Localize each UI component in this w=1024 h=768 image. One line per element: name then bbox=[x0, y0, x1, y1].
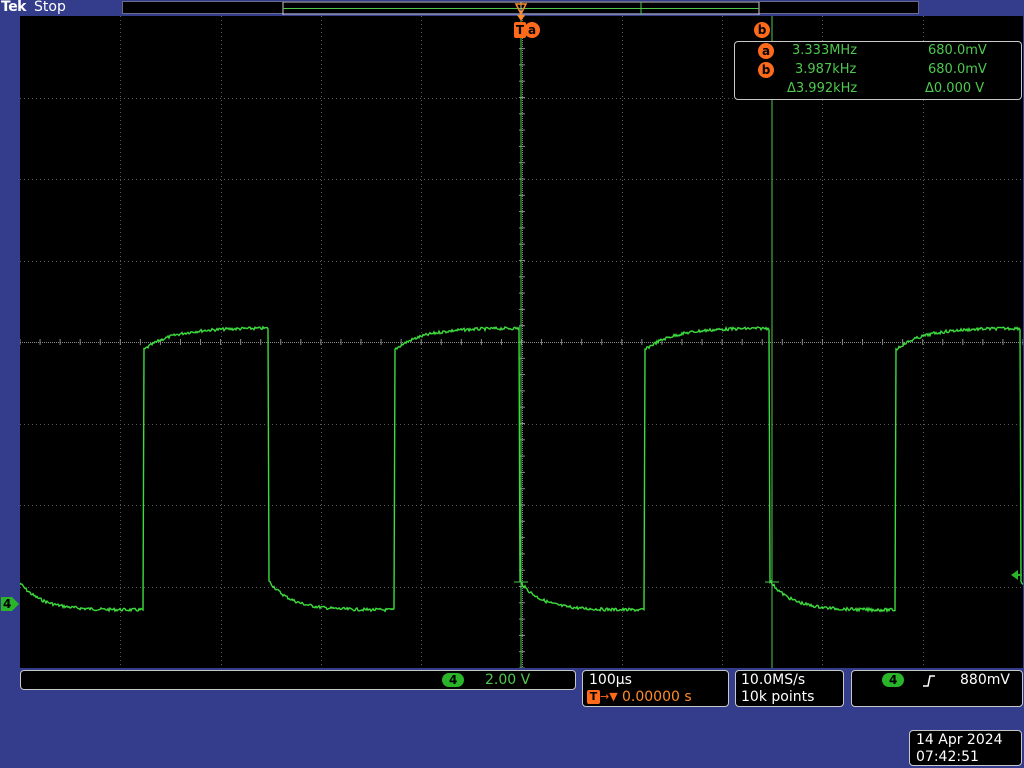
run-status[interactable]: Stop bbox=[34, 0, 66, 15]
readout-a-volt: 680.0mV bbox=[928, 43, 987, 58]
channel-4-ground-label: 4 bbox=[3, 597, 12, 611]
cursor-a-badge: a bbox=[524, 22, 540, 38]
trigger-panel[interactable]: 4 880mV bbox=[851, 670, 1023, 707]
trigger-level: 880mV bbox=[960, 672, 1010, 688]
top-bar: Tek Stop bbox=[0, 0, 1024, 16]
channel-4-panel[interactable]: 4 2.00 V bbox=[20, 670, 576, 690]
readout-row-delta: Δ3.992kHz Δ0.000 V bbox=[735, 80, 1023, 98]
trigger-position-badge: T bbox=[587, 690, 600, 704]
acquisition-panel[interactable]: 10.0MS/s 10k points bbox=[735, 670, 844, 707]
datetime-panel: 14 Apr 2024 07:42:51 bbox=[909, 730, 1022, 766]
sample-rate: 10.0MS/s bbox=[741, 672, 806, 688]
brand-logo: Tek bbox=[1, 0, 27, 15]
readout-delta-volt: Δ0.000 V bbox=[925, 81, 985, 96]
channel-4-scale: 2.00 V bbox=[485, 672, 531, 688]
rising-edge-icon bbox=[923, 675, 935, 687]
cursor-lines bbox=[514, 16, 779, 668]
readout-b-volt: 680.0mV bbox=[928, 62, 987, 77]
trigger-delay-arrow-icon: →▼ bbox=[600, 690, 618, 703]
cursor-b-badge[interactable]: b bbox=[754, 22, 770, 38]
cursor-readout: a 3.333MHz 680.0mV b 3.987kHz 680.0mV Δ3… bbox=[734, 41, 1022, 100]
cursor-a-marker[interactable]: T a bbox=[514, 22, 540, 38]
readout-delta-freq: Δ3.992kHz bbox=[787, 81, 858, 96]
trigger-level-icon[interactable] bbox=[1010, 569, 1022, 581]
readout-a-freq: 3.333MHz bbox=[792, 43, 858, 58]
date: 14 Apr 2024 bbox=[916, 732, 1003, 748]
readout-b-badge: b bbox=[758, 62, 774, 78]
readout-row-a: a 3.333MHz 680.0mV bbox=[735, 42, 1023, 60]
readout-row-b: b 3.987kHz 680.0mV bbox=[735, 61, 1023, 79]
channel-4-ground-marker[interactable]: 4 bbox=[0, 596, 20, 612]
trigger-source-badge: 4 bbox=[882, 673, 905, 687]
horizontal-position: 0.00000 s bbox=[622, 689, 692, 705]
trigger-position-icon[interactable] bbox=[513, 2, 529, 22]
readout-b-freq: 3.987kHz bbox=[795, 62, 857, 77]
readout-a-badge: a bbox=[758, 43, 774, 59]
time: 07:42:51 bbox=[916, 749, 979, 765]
horizontal-scale: 100µs bbox=[589, 672, 632, 688]
record-length: 10k points bbox=[741, 689, 815, 705]
waveform-display[interactable] bbox=[20, 16, 1023, 668]
channel-4-badge: 4 bbox=[442, 673, 465, 687]
timebase-panel[interactable]: 100µs T →▼ 0.00000 s bbox=[582, 670, 729, 707]
